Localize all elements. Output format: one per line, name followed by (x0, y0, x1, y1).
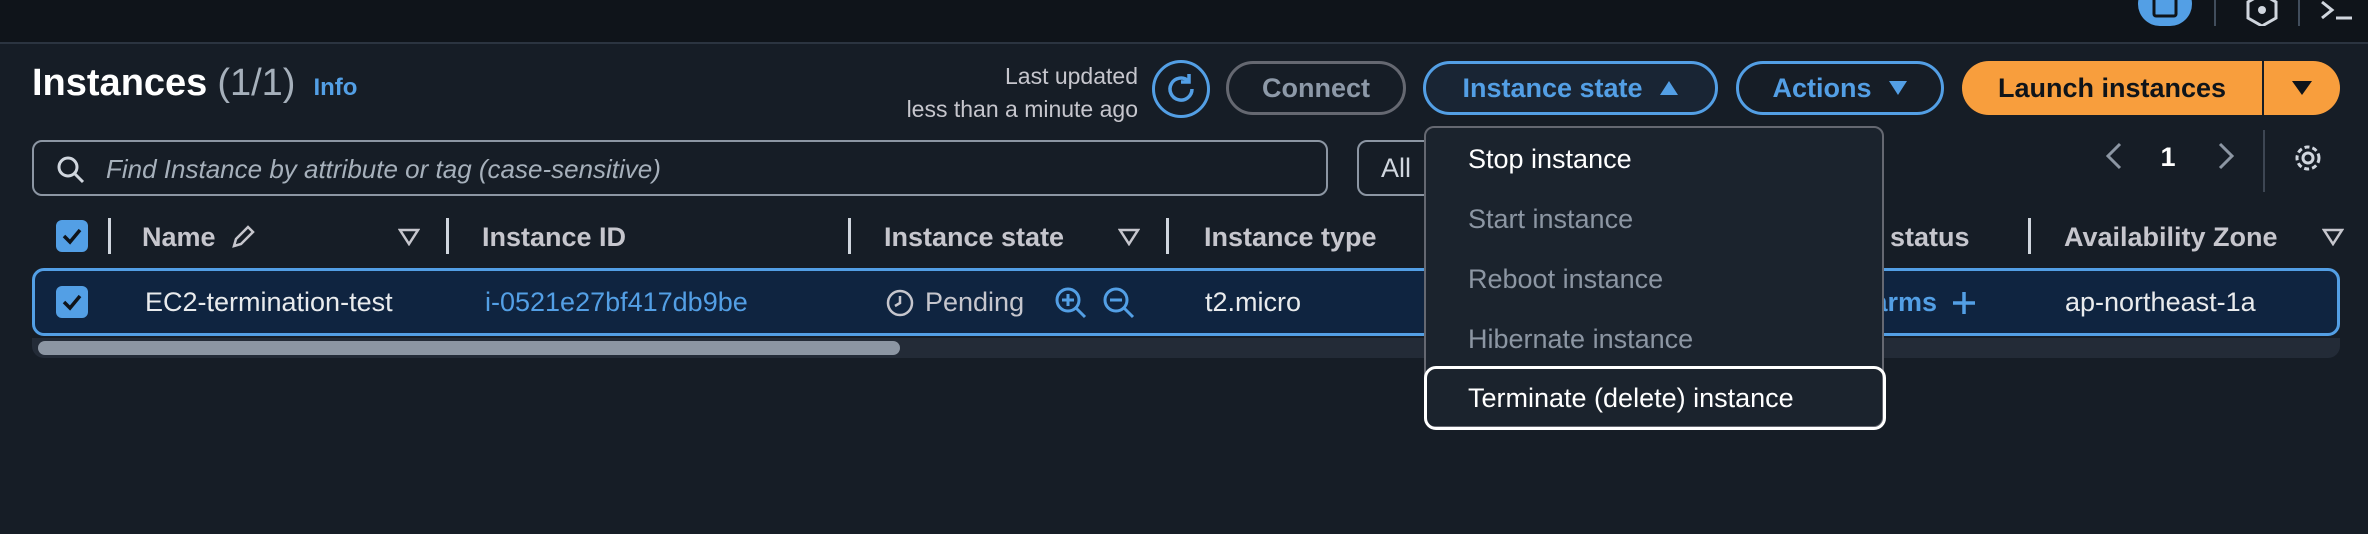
last-updated-value: less than a minute ago (906, 96, 1138, 122)
sort-caret-icon[interactable] (1118, 228, 1140, 246)
instance-state-label: Instance state (1462, 72, 1643, 103)
plus-icon (1953, 291, 1976, 314)
sort-caret-icon[interactable] (398, 228, 420, 246)
menu-item-start-instance: Start instance (1468, 204, 1634, 234)
search-input[interactable] (106, 150, 1306, 188)
column-header-name-label: Name (142, 222, 216, 252)
caret-down-icon (1888, 81, 1907, 95)
zoom-controls (1053, 285, 1137, 321)
instance-type-value: t2.micro (1205, 287, 1302, 317)
column-header-instance-type[interactable]: Instance type (1204, 222, 1377, 253)
last-updated-text: Last updated less than a minute ago (868, 60, 1138, 126)
pagination-divider (2263, 130, 2265, 192)
hexagon-icon[interactable] (2244, 0, 2280, 31)
column-separator[interactable] (2028, 218, 2031, 254)
horizontal-scrollbar[interactable] (32, 338, 2340, 358)
caret-up-icon (1659, 81, 1678, 95)
chevron-left-icon[interactable] (2100, 136, 2128, 176)
column-header-availability-zone[interactable]: Availability Zone (2064, 222, 2278, 253)
top-navigation-strip (0, 0, 2368, 44)
nav-divider (2298, 0, 2300, 26)
last-updated-label: Last updated (1004, 63, 1138, 89)
refresh-icon (1168, 74, 1194, 102)
column-header-instance-state[interactable]: Instance state (884, 222, 1064, 253)
column-separator[interactable] (446, 218, 449, 254)
sort-caret-icon[interactable] (2322, 228, 2344, 246)
row-checkbox[interactable] (56, 286, 88, 318)
column-separator[interactable] (108, 218, 111, 254)
refresh-button[interactable] (1152, 60, 1210, 118)
caret-down-icon (2292, 81, 2312, 95)
instance-state-button[interactable]: Instance state (1423, 61, 1718, 115)
launch-options-button[interactable] (2264, 61, 2340, 115)
instance-state-cell: Pending (885, 287, 1024, 318)
menu-item-reboot-instance: Reboot instance (1468, 264, 1664, 294)
instance-count: (1/1) (217, 62, 296, 104)
scrollbar-thumb[interactable] (38, 341, 900, 355)
column-header-instance-id[interactable]: Instance ID (482, 222, 626, 253)
connect-label: Connect (1262, 72, 1370, 103)
instance-state-value: Pending (925, 287, 1025, 317)
chevron-right-icon[interactable] (2212, 136, 2240, 176)
instance-state-menu: Stop instance Start instance Reboot inst… (1424, 126, 1886, 430)
menu-item-stop-instance[interactable]: Stop instance (1468, 144, 1632, 175)
table-header: Name Instance ID Instance state Instance… (32, 210, 2344, 264)
menu-item-hibernate-instance: Hibernate instance (1468, 324, 1694, 354)
cloudshell-icon[interactable] (2138, 0, 2192, 35)
zoom-in-icon[interactable] (1053, 285, 1089, 321)
filter-select-value: All (1381, 152, 1412, 183)
terminate-instance-label: Terminate (delete) instance (1468, 383, 1794, 413)
terminal-icon[interactable] (2318, 0, 2358, 31)
column-separator[interactable] (1166, 218, 1169, 254)
clock-icon (886, 289, 914, 316)
actions-label: Actions (1772, 72, 1872, 103)
check-icon (62, 228, 82, 245)
instance-id-link[interactable]: i-0521e27bf417db9be (485, 287, 748, 318)
current-page[interactable]: 1 (2148, 142, 2188, 173)
search-bar[interactable] (32, 140, 1328, 196)
availability-zone-value: ap-northeast-1a (2065, 287, 2256, 317)
menu-item-terminate-instance[interactable]: Terminate (delete) instance (1424, 366, 1886, 430)
info-link[interactable]: Info (313, 74, 357, 102)
nav-divider (2214, 0, 2216, 26)
connect-button[interactable]: Connect (1226, 61, 1406, 115)
column-separator[interactable] (848, 218, 851, 254)
select-all-checkbox[interactable] (56, 220, 88, 252)
zoom-out-icon[interactable] (1101, 285, 1137, 321)
column-header-status[interactable]: status (1890, 222, 1970, 253)
launch-instances-button[interactable]: Launch instances (1962, 61, 2262, 115)
column-header-name[interactable]: Name (142, 222, 216, 253)
page-title: Instances (32, 62, 208, 104)
search-icon (57, 156, 85, 184)
settings-icon[interactable] (2290, 140, 2326, 176)
instance-name: EC2-termination-test (145, 287, 393, 317)
instances-table: Name Instance ID Instance state Instance… (32, 210, 2344, 368)
check-icon (62, 294, 82, 311)
launch-instances-label: Launch instances (1997, 72, 2227, 103)
page-header: Instances (1/1) Info (32, 62, 357, 105)
table-row[interactable]: EC2-termination-test i-0521e27bf417db9be… (32, 268, 2340, 336)
actions-button[interactable]: Actions (1736, 61, 1944, 115)
pencil-icon (232, 225, 255, 248)
